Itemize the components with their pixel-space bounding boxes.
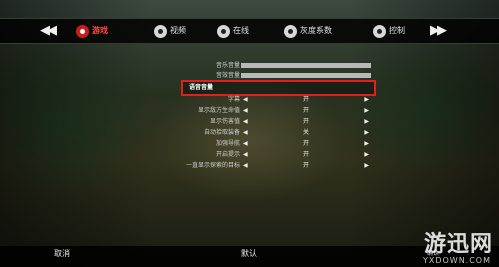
right-arrow-icon[interactable]: ▶ <box>364 128 369 137</box>
game-tab-icon <box>76 24 89 38</box>
setting-label: 开启提示 <box>215 151 240 158</box>
online-tab-icon <box>217 24 230 38</box>
tab-online[interactable]: 在线 <box>217 22 249 40</box>
show-explore-targets-selector[interactable]: ◀ 开 ▶ <box>241 161 371 170</box>
setting-value: 开 <box>302 118 309 125</box>
right-arrow-icon[interactable]: ▶ <box>364 95 369 104</box>
subtitles-selector[interactable]: ◀ 开 ▶ <box>241 95 371 104</box>
hints-selector[interactable]: ◀ 开 ▶ <box>241 150 371 159</box>
sfx-volume-slider[interactable] <box>241 73 371 78</box>
setting-value: 开 <box>302 162 309 169</box>
right-arrow-icon[interactable]: ▶ <box>364 117 369 126</box>
setting-label: 加强导航 <box>215 140 240 147</box>
tab-game-label: 游戏 <box>92 26 108 35</box>
tab-controls[interactable]: 控制 <box>373 22 405 40</box>
watermark-url: YXDOWN.COM <box>422 256 491 265</box>
setting-label: 自动拾取装备 <box>203 129 240 136</box>
right-arrow-icon[interactable]: ▶ <box>364 161 369 170</box>
watermark-logo: 游迅网 <box>423 231 493 257</box>
default-button[interactable]: 默认 <box>241 246 257 262</box>
tab-controls-label: 控制 <box>389 26 405 35</box>
controls-tab-icon <box>373 24 386 38</box>
tab-gamma-label: 灰度系数 <box>300 26 332 35</box>
setting-label: 字幕 <box>227 96 240 103</box>
tab-game[interactable]: 游戏 <box>76 22 108 40</box>
setting-row-damage-values[interactable]: 显示伤害值 ◀ 开 ▶ <box>140 116 370 127</box>
setting-value: 开 <box>302 151 309 158</box>
gamma-tab-icon <box>284 24 297 38</box>
prev-tab-arrow-icon[interactable]: ◀◀ <box>40 19 57 43</box>
tab-video-label: 视频 <box>170 26 186 35</box>
setting-row-show-explore-targets[interactable]: 一直显示探索的目标 ◀ 开 ▶ <box>140 160 370 171</box>
music-volume-slider[interactable] <box>241 63 371 68</box>
setting-row-subtitles[interactable]: 字幕 ◀ 开 ▶ <box>140 94 370 105</box>
next-tab-arrow-icon[interactable]: ▶▶ <box>430 19 447 43</box>
setting-row-auto-pickup[interactable]: 自动拾取装备 ◀ 关 ▶ <box>140 127 370 138</box>
tab-online-label: 在线 <box>233 26 249 35</box>
setting-label: 显示敌方生命值 <box>197 107 240 114</box>
auto-pickup-selector[interactable]: ◀ 关 ▶ <box>241 128 371 137</box>
selected-setting-label: 语音音量 <box>189 84 214 91</box>
right-arrow-icon[interactable]: ▶ <box>364 139 369 148</box>
video-tab-icon <box>154 24 167 38</box>
setting-label: 一直显示探索的目标 <box>185 162 240 169</box>
tab-video[interactable]: 视频 <box>154 22 186 40</box>
damage-values-selector[interactable]: ◀ 开 ▶ <box>241 117 371 126</box>
setting-value: 开 <box>302 107 309 114</box>
setting-value: 关 <box>302 129 309 136</box>
top-tab-bar: ◀◀ 游戏 视频 在线 灰度系数 控制 ▶▶ <box>0 18 499 44</box>
tab-gamma[interactable]: 灰度系数 <box>284 22 332 40</box>
setting-row-enemy-health[interactable]: 显示敌方生命值 ◀ 开 ▶ <box>140 105 370 116</box>
setting-row-hints[interactable]: 开启提示 ◀ 开 ▶ <box>140 149 370 160</box>
right-arrow-icon[interactable]: ▶ <box>364 150 369 159</box>
setting-value: 开 <box>302 140 309 147</box>
cancel-button[interactable]: 取消 <box>54 246 70 262</box>
setting-value: 开 <box>302 96 309 103</box>
right-arrow-icon[interactable]: ▶ <box>364 106 369 115</box>
enemy-health-selector[interactable]: ◀ 开 ▶ <box>241 106 371 115</box>
setting-row-enhanced-navigation[interactable]: 加强导航 ◀ 开 ▶ <box>140 138 370 149</box>
setting-label: 显示伤害值 <box>209 118 240 125</box>
enhanced-navigation-selector[interactable]: ◀ 开 ▶ <box>241 139 371 148</box>
